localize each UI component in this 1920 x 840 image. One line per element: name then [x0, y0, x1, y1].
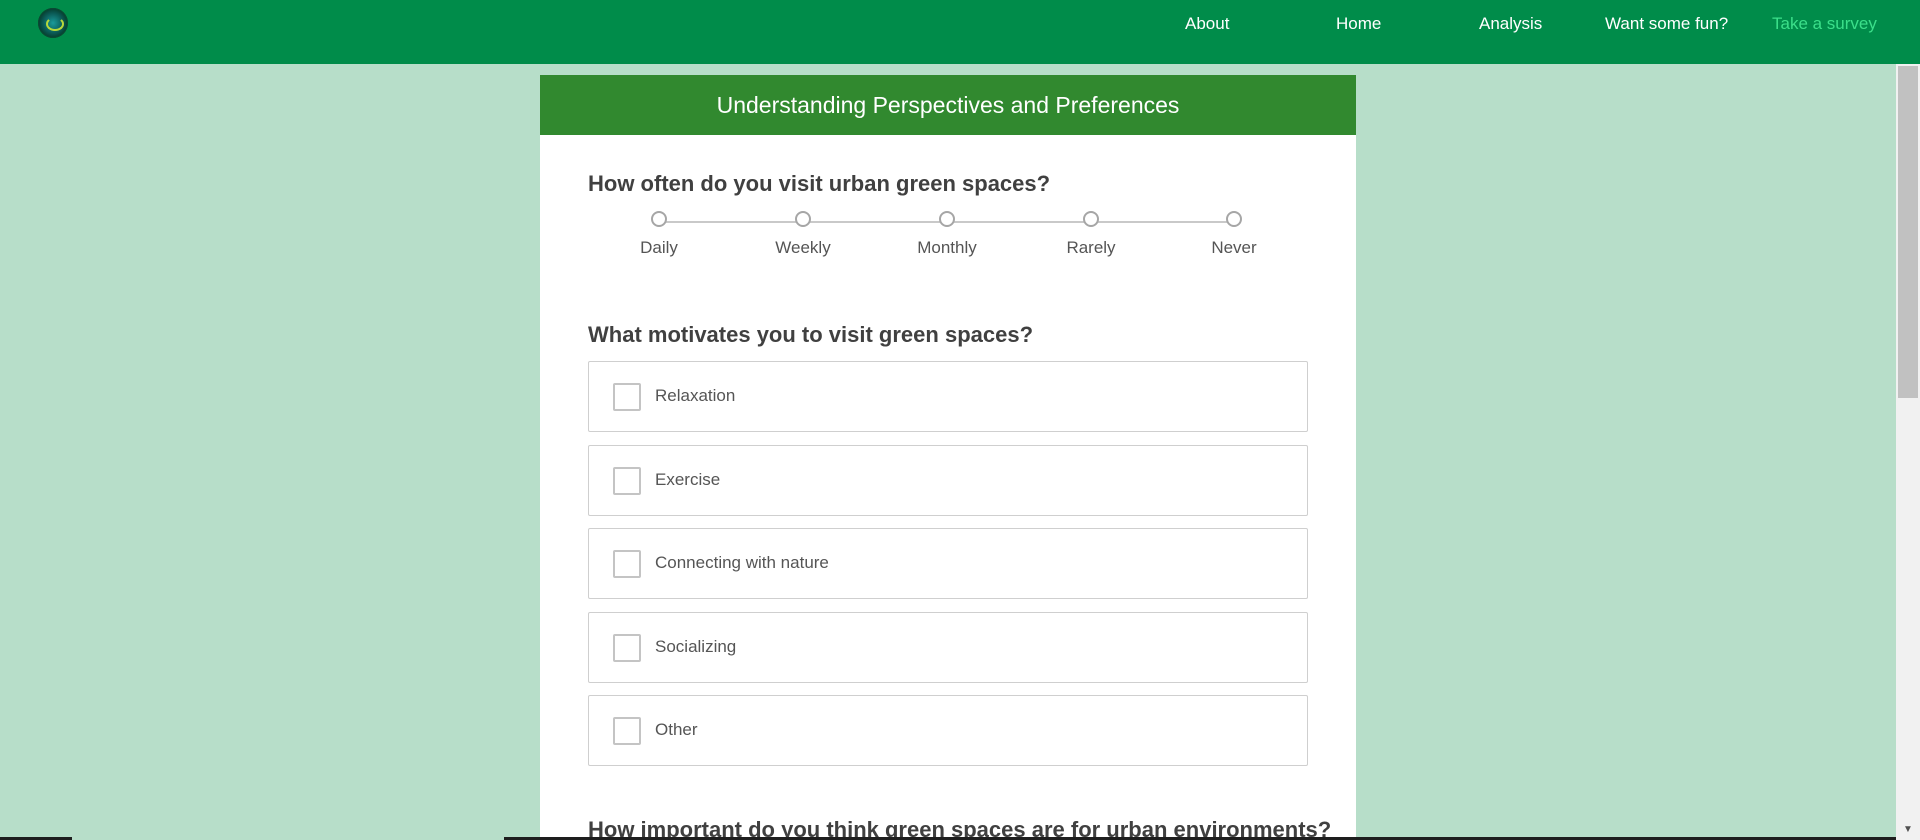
radio-circle-icon[interactable]	[939, 211, 955, 227]
frequency-option-monthly[interactable]: Monthly	[887, 211, 1007, 258]
radio-circle-icon[interactable]	[1083, 211, 1099, 227]
choice-other[interactable]: Other	[588, 695, 1308, 766]
checkbox-icon[interactable]	[613, 467, 641, 495]
frequency-option-label: Monthly	[917, 238, 977, 257]
nav-link-analysis[interactable]: Analysis	[1479, 14, 1542, 34]
top-navbar: About Home Analysis Want some fun? Take …	[0, 0, 1920, 64]
checkbox-icon[interactable]	[613, 383, 641, 411]
frequency-option-weekly[interactable]: Weekly	[743, 211, 863, 258]
nav-link-home[interactable]: Home	[1336, 14, 1381, 34]
checkbox-icon[interactable]	[613, 634, 641, 662]
scroll-down-arrow-icon[interactable]: ▼	[1896, 820, 1920, 840]
choice-label: Socializing	[655, 637, 737, 656]
radio-circle-icon[interactable]	[651, 211, 667, 227]
globe-logo-icon[interactable]	[38, 8, 68, 38]
frequency-option-never[interactable]: Never	[1174, 211, 1294, 258]
radio-circle-icon[interactable]	[1226, 211, 1242, 227]
nav-link-survey[interactable]: Take a survey	[1772, 14, 1877, 34]
survey-title: Understanding Perspectives and Preferenc…	[540, 75, 1356, 135]
scrollbar-thumb[interactable]	[1898, 66, 1918, 398]
nav-link-about[interactable]: About	[1185, 14, 1229, 34]
frequency-option-label: Rarely	[1066, 238, 1116, 257]
radio-circle-icon[interactable]	[795, 211, 811, 227]
question-motivation: What motivates you to visit green spaces…	[588, 322, 1034, 347]
frequency-option-label: Weekly	[775, 238, 831, 257]
choice-socializing[interactable]: Socializing	[588, 612, 1308, 683]
frequency-option-rarely[interactable]: Rarely	[1031, 211, 1151, 258]
question-visit-frequency: How often do you visit urban green space…	[588, 171, 1051, 196]
checkbox-icon[interactable]	[613, 717, 641, 745]
frequency-option-label: Never	[1211, 238, 1257, 257]
survey-card: Understanding Perspectives and Preferenc…	[540, 75, 1356, 840]
choice-label: Exercise	[655, 470, 721, 489]
frequency-option-label: Daily	[640, 238, 678, 257]
checkbox-icon[interactable]	[613, 550, 641, 578]
nav-link-fun[interactable]: Want some fun?	[1605, 14, 1728, 34]
choice-label: Connecting with nature	[655, 553, 829, 572]
choice-label: Relaxation	[655, 386, 736, 405]
choice-relaxation[interactable]: Relaxation	[588, 361, 1308, 432]
page-scrollbar[interactable]: ▼	[1896, 64, 1920, 840]
choice-exercise[interactable]: Exercise	[588, 445, 1308, 516]
choice-connecting-with-nature[interactable]: Connecting with nature	[588, 528, 1308, 599]
frequency-option-daily[interactable]: Daily	[599, 211, 719, 258]
choice-label: Other	[655, 720, 698, 739]
